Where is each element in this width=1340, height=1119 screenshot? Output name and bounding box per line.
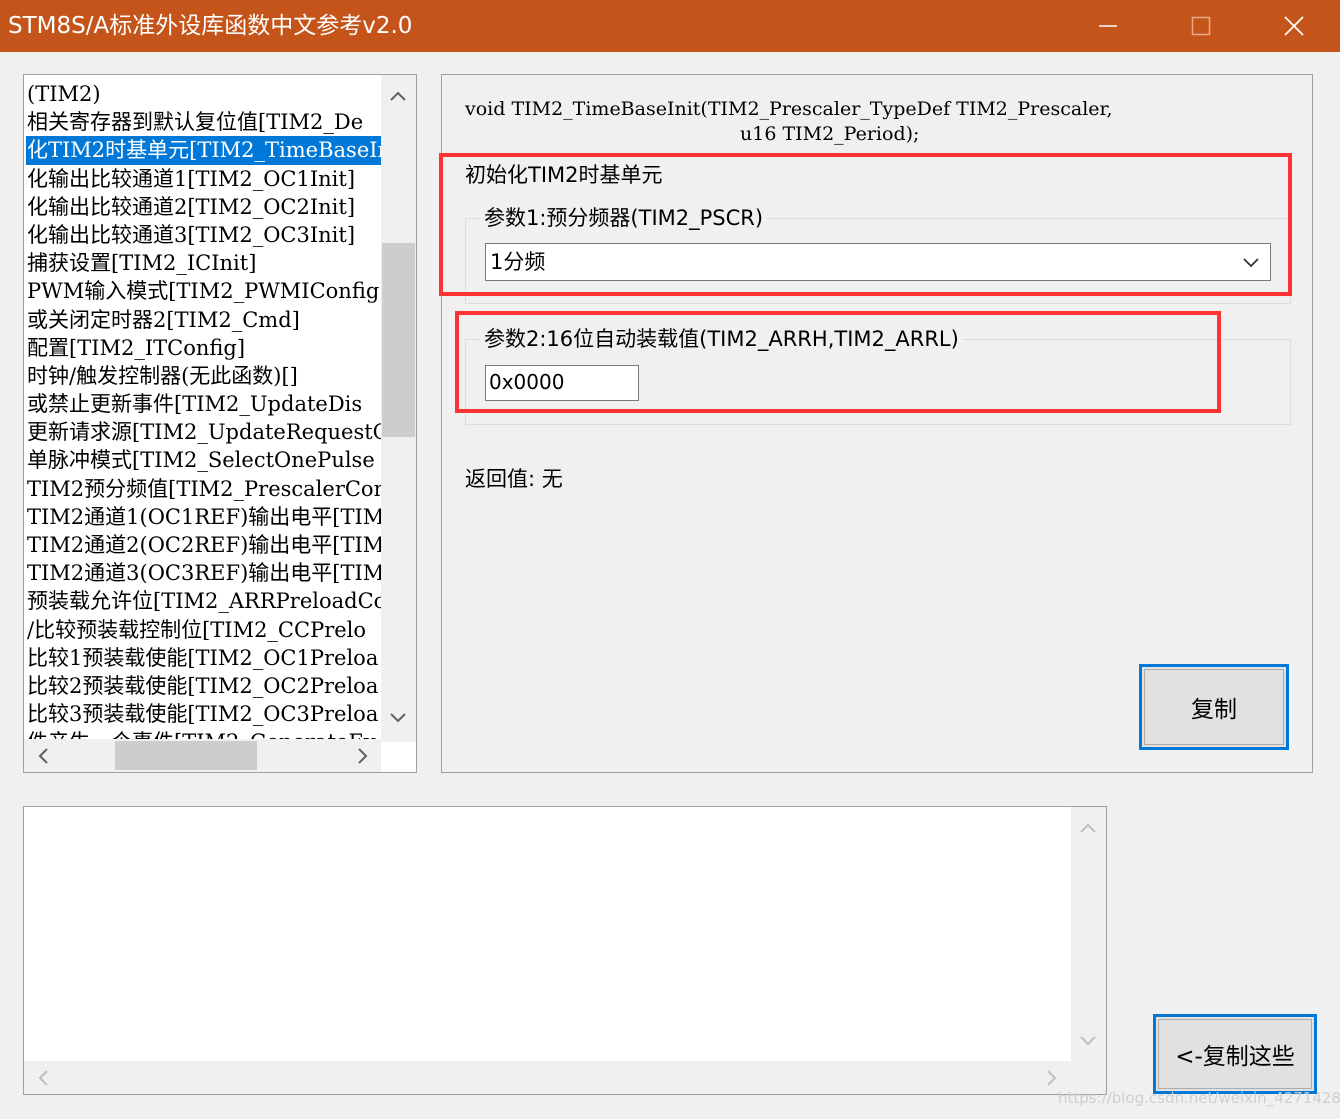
function-list-item[interactable]: TIM2通道1(OC1REF)输出电平[TIM2	[26, 503, 381, 531]
watermark: https://blog.csdn.net/weixin_42714281	[1058, 1089, 1340, 1107]
param2-label: 参数2:16位自动装载值(TIM2_ARRH,TIM2_ARRL)	[480, 324, 963, 354]
copy-button-label: 复制	[1191, 697, 1237, 723]
chevron-down-icon	[390, 713, 406, 723]
output-scroll-down-button[interactable]	[1071, 1026, 1105, 1056]
function-list-item[interactable]: TIM2预分频值[TIM2_PrescalerCon	[26, 475, 381, 503]
scroll-up-button[interactable]	[381, 81, 415, 111]
param2-group: 参数2:16位自动装载值(TIM2_ARRH,TIM2_ARRL) 0x0000	[465, 324, 1291, 425]
minimize-icon	[1098, 25, 1117, 27]
chevron-left-icon	[38, 1070, 48, 1086]
param2-autoreload-input[interactable]: 0x0000	[485, 365, 639, 401]
param1-group: 参数1:预分频器(TIM2_PSCR) 1分频	[465, 203, 1291, 304]
output-horizontal-scrollbar[interactable]	[24, 1061, 1071, 1094]
function-signature: void TIM2_TimeBaseInit(TIM2_Prescaler_Ty…	[465, 97, 1113, 147]
chevron-up-icon	[390, 91, 406, 101]
function-detail-panel: void TIM2_TimeBaseInit(TIM2_Prescaler_Ty…	[441, 74, 1313, 773]
param1-label: 参数1:预分频器(TIM2_PSCR)	[480, 203, 768, 233]
output-scroll-up-button[interactable]	[1071, 813, 1105, 843]
close-button[interactable]	[1247, 0, 1340, 52]
chevron-right-icon	[1047, 1070, 1057, 1086]
function-list-item[interactable]: 单脉冲模式[TIM2_SelectOnePulse	[26, 446, 381, 474]
function-list-item[interactable]: 比较1预装载使能[TIM2_OC1Preloa	[26, 644, 381, 672]
copy-these-button-label: <-复制这些	[1175, 1044, 1295, 1070]
copy-button[interactable]: 复制	[1139, 664, 1289, 750]
output-vertical-scrollbar[interactable]	[1071, 807, 1106, 1061]
function-list[interactable]: (TIM2) 相关寄存器到默认复位值[TIM2_De 化TIM2时基单元[TIM2_…	[23, 74, 417, 773]
maximize-icon	[1191, 16, 1210, 36]
scroll-left-button[interactable]	[26, 741, 60, 771]
window-title: STM8S/A标准外设库函数中文参考v2.0	[8, 13, 413, 39]
function-list-item[interactable]: 预装载允许位[TIM2_ARRPreloadCo	[26, 587, 381, 615]
signature-line-2: u16 TIM2_Period);	[740, 123, 920, 145]
function-list-item[interactable]: 化输出比较通道3[TIM2_OC3Init]	[26, 221, 381, 249]
function-list-item[interactable]: 或关闭定时器2[TIM2_Cmd]	[26, 306, 381, 334]
function-list-item[interactable]: 捕获设置[TIM2_ICInit]	[26, 249, 381, 277]
function-list-item[interactable]: 时钟/触发控制器(无此函数)[]	[26, 362, 381, 390]
function-list-item[interactable]: 化输出比较通道2[TIM2_OC2Init]	[26, 193, 381, 221]
vertical-scroll-thumb[interactable]	[382, 243, 415, 437]
chevron-down-icon	[1242, 254, 1260, 273]
chevron-right-icon	[358, 748, 368, 764]
chevron-up-icon	[1080, 823, 1096, 833]
function-list-items: (TIM2) 相关寄存器到默认复位值[TIM2_De 化TIM2时基单元[TIM2_…	[26, 80, 381, 742]
function-list-item[interactable]: /比较预装载控制位[TIM2_CCPrelo	[26, 616, 381, 644]
function-list-item[interactable]: TIM2通道3(OC3REF)输出电平[TIM2	[26, 559, 381, 587]
close-icon	[1283, 16, 1304, 36]
function-list-vertical-scrollbar[interactable]	[381, 75, 416, 742]
output-scroll-left-button[interactable]	[26, 1063, 60, 1093]
maximize-button[interactable]	[1154, 0, 1247, 52]
function-list-item[interactable]: TIM2通道2(OC2REF)输出电平[TIM2	[26, 531, 381, 559]
return-value: 返回值: 无	[465, 467, 563, 491]
signature-line-1: void TIM2_TimeBaseInit(TIM2_Prescaler_Ty…	[465, 98, 1113, 120]
function-list-horizontal-scrollbar[interactable]	[24, 739, 381, 772]
param1-selected-value: 1分频	[490, 250, 546, 274]
title-bar: STM8S/A标准外设库函数中文参考v2.0	[0, 0, 1340, 52]
horizontal-scroll-thumb[interactable]	[115, 741, 257, 770]
function-list-item[interactable]: (TIM2)	[26, 80, 381, 108]
function-list-item[interactable]: 化TIM2时基单元[TIM2_TimeBaseIn	[26, 136, 381, 165]
chevron-down-icon	[1080, 1036, 1096, 1046]
function-list-item[interactable]: 相关寄存器到默认复位值[TIM2_De	[26, 108, 381, 136]
function-list-item[interactable]: 配置[TIM2_ITConfig]	[26, 334, 381, 362]
minimize-button[interactable]	[1061, 0, 1154, 52]
scroll-down-button[interactable]	[381, 703, 415, 733]
output-textarea[interactable]	[23, 806, 1107, 1095]
scroll-right-button[interactable]	[346, 741, 380, 771]
function-description: 初始化TIM2时基单元	[465, 163, 663, 187]
chevron-left-icon	[38, 748, 48, 764]
function-list-item[interactable]: 比较2预装载使能[TIM2_OC2Preloa	[26, 672, 381, 700]
param1-prescaler-select[interactable]: 1分频	[485, 243, 1271, 281]
function-list-item[interactable]: 或禁止更新事件[TIM2_UpdateDis	[26, 390, 381, 418]
function-list-item[interactable]: 更新请求源[TIM2_UpdateRequestC	[26, 418, 381, 446]
function-list-item[interactable]: 比较3预装载使能[TIM2_OC3Preloa	[26, 700, 381, 728]
function-list-item[interactable]: 化输出比较通道1[TIM2_OC1Init]	[26, 165, 381, 193]
copy-these-button[interactable]: <-复制这些	[1153, 1014, 1317, 1094]
function-list-item[interactable]: PWM输入模式[TIM2_PWMIConfig]	[26, 277, 381, 305]
